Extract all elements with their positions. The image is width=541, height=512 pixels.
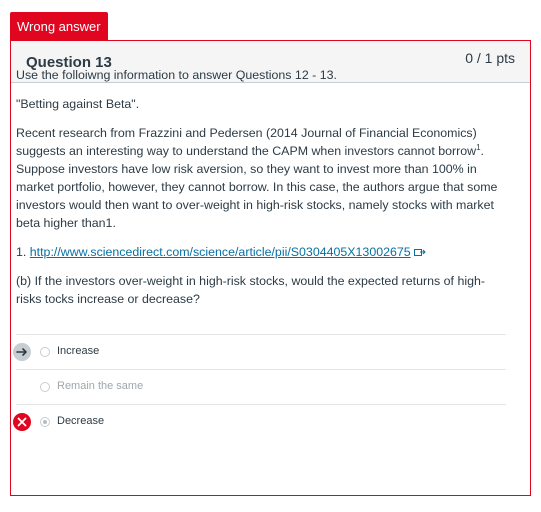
external-link-icon — [413, 244, 426, 256]
answer-option-decrease: Decrease — [13, 404, 506, 439]
radio-remain[interactable] — [40, 382, 50, 392]
wrong-answer-badge: Wrong answer — [10, 12, 108, 41]
main-paragraph-text: Recent research from Frazzini and Peders… — [16, 126, 477, 158]
answer-label-remain: Remain the same — [57, 380, 144, 392]
question-prompt: (b) If the investors over-weight in high… — [16, 274, 485, 306]
footnote-number: 1. — [16, 245, 30, 259]
answer-label-decrease: Decrease — [57, 415, 105, 427]
answer-label-increase: Increase — [57, 345, 100, 357]
radio-decrease[interactable] — [40, 417, 50, 427]
wrong-x-icon — [13, 413, 31, 431]
question-body: Use the folloiwng information to answer … — [16, 66, 506, 319]
intro-text: Use the folloiwng information to answer … — [16, 68, 337, 82]
section-heading: "Betting against Beta". — [16, 97, 140, 111]
question-points: 0 / 1 pts — [465, 50, 515, 66]
correct-arrow-icon — [13, 343, 31, 361]
footnote: 1. http://www.sciencedirect.com/science/… — [16, 243, 506, 261]
answer-list: Increase Remain the same Decrease — [13, 334, 506, 439]
article-link[interactable]: http://www.sciencedirect.com/science/art… — [30, 245, 411, 259]
radio-increase[interactable] — [40, 347, 50, 357]
answer-option-remain: Remain the same — [16, 369, 506, 404]
answer-option-increase: Increase — [13, 334, 506, 369]
main-paragraph: Recent research from Frazzini and Peders… — [16, 124, 506, 232]
